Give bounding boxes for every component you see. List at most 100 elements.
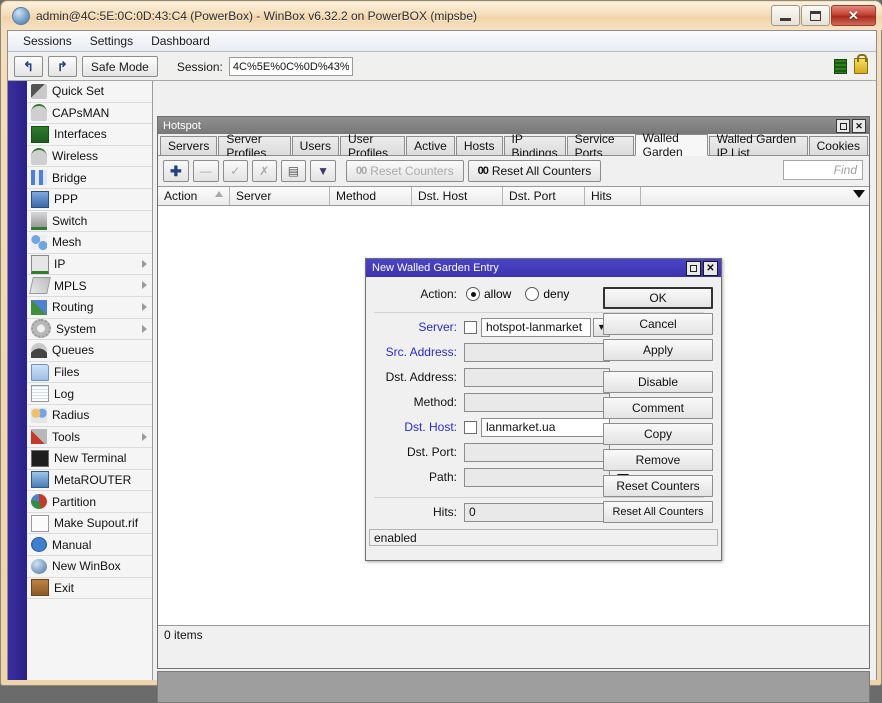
sidebar-item-quick-set[interactable]: Quick Set — [27, 81, 152, 103]
find-input[interactable]: Find — [783, 160, 863, 180]
disable-button[interactable]: ✗ — [252, 160, 277, 182]
hotspot-maximize-button[interactable] — [836, 119, 850, 133]
sidebar-item-new-terminal[interactable]: New Terminal — [27, 448, 152, 470]
sidebar-item-log[interactable]: Log — [27, 383, 152, 405]
disable-button[interactable]: Disable — [603, 371, 713, 393]
sidebar-item-system[interactable]: System — [27, 319, 152, 341]
ppp-icon — [31, 191, 49, 208]
ok-button[interactable]: OK — [603, 287, 713, 309]
column-header-dst-host[interactable]: Dst. Host — [412, 187, 503, 205]
sidebar-item-wireless[interactable]: Wireless — [27, 146, 152, 168]
dst-port-input[interactable] — [464, 443, 610, 462]
sidebar-item-label: Make Supout.rif — [54, 516, 138, 530]
enable-button[interactable]: ✓ — [223, 160, 248, 182]
sidebar-item-mpls[interactable]: MPLS — [27, 275, 152, 297]
sidebar-item-metarouter[interactable]: MetaROUTER — [27, 470, 152, 492]
copy-button[interactable]: Copy — [603, 423, 713, 445]
column-header-server[interactable]: Server — [230, 187, 330, 205]
remove-button[interactable]: Remove — [603, 449, 713, 471]
sidebar-item-switch[interactable]: Switch — [27, 211, 152, 233]
reset-all-counters-button[interactable]: 00 Reset All Counters — [468, 160, 602, 182]
sidebar-item-tools[interactable]: Tools — [27, 427, 152, 449]
sidebar-item-ip[interactable]: IP — [27, 254, 152, 276]
menu-item-settings[interactable]: Settings — [81, 32, 142, 50]
column-header-method[interactable]: Method — [330, 187, 412, 205]
sidebar-item-capsman[interactable]: CAPsMAN — [27, 103, 152, 125]
tab-walled-garden-ip-list[interactable]: Walled Garden IP List — [709, 136, 808, 155]
sidebar-item-partition[interactable]: Partition — [27, 491, 152, 513]
tab-servers[interactable]: Servers — [160, 136, 217, 155]
chevron-right-icon — [142, 433, 147, 441]
sidebar-item-files[interactable]: Files — [27, 362, 152, 384]
column-header-action[interactable]: Action — [158, 187, 230, 205]
column-header-dst-port[interactable]: Dst. Port — [503, 187, 585, 205]
redo-button[interactable]: ↱ — [48, 56, 77, 77]
dst-host-checkbox[interactable] — [464, 421, 477, 434]
tab-service-ports[interactable]: Service Ports — [567, 136, 634, 155]
src-address-input[interactable] — [464, 343, 610, 362]
remove-button[interactable]: — — [193, 160, 219, 182]
column-label: Server — [236, 189, 271, 203]
sidebar-item-label: Interfaces — [54, 127, 107, 141]
menu-item-dashboard[interactable]: Dashboard — [142, 32, 219, 50]
sidebar-item-routing[interactable]: Routing — [27, 297, 152, 319]
reset-all-counters-button[interactable]: Reset All Counters — [603, 501, 713, 523]
safe-mode-button[interactable]: Safe Mode — [82, 56, 158, 77]
dst-address-input[interactable] — [464, 368, 610, 387]
reset-counters-button[interactable]: 00 Reset Counters — [346, 160, 464, 182]
menu-item-sessions[interactable]: Sessions — [14, 32, 81, 50]
reset-counters-button[interactable]: Reset Counters — [603, 475, 713, 497]
column-header-hits[interactable]: Hits — [585, 187, 641, 205]
sidebar-item-radius[interactable]: Radius — [27, 405, 152, 427]
session-input[interactable] — [229, 57, 353, 76]
sidebar-item-make-supout-rif[interactable]: Make Supout.rif — [27, 513, 152, 535]
sidebar-item-interfaces[interactable]: Interfaces — [27, 124, 152, 146]
path-input[interactable] — [464, 468, 610, 487]
dst-host-input[interactable]: lanmarket.ua — [481, 418, 610, 437]
undo-button[interactable]: ↰ — [14, 56, 43, 77]
comment-button[interactable]: ▤ — [281, 160, 306, 182]
action-radio-deny[interactable]: deny — [525, 287, 569, 301]
tab-user-profiles[interactable]: User Profiles — [340, 136, 405, 155]
sidebar-item-manual[interactable]: Manual — [27, 534, 152, 556]
tab-users[interactable]: Users — [292, 136, 339, 155]
tab-server-profiles[interactable]: Server Profiles — [218, 136, 290, 155]
tab-walled-garden[interactable]: Walled Garden — [635, 134, 708, 156]
sort-ascending-icon — [215, 191, 223, 197]
hits-input[interactable]: 0 — [464, 503, 610, 522]
dialog-maximize-button[interactable] — [686, 261, 701, 276]
reset-counters-count: 00 — [356, 165, 366, 177]
apply-button[interactable]: Apply — [603, 339, 713, 361]
maximize-button[interactable] — [801, 5, 830, 26]
server-checkbox[interactable] — [464, 321, 477, 334]
filter-button[interactable]: ▼ — [310, 160, 336, 182]
close-button[interactable]: ✕ — [831, 5, 876, 26]
queues-icon — [31, 343, 47, 358]
sidebar-item-exit[interactable]: Exit — [27, 578, 152, 600]
comment-button[interactable]: Comment — [603, 397, 713, 419]
dialog-close-button[interactable]: ✕ — [703, 261, 718, 276]
add-button[interactable]: ✚ — [163, 160, 189, 182]
hotspot-toolbar: ✚ — ✓ ✗ ▤ ▼ 00 Reset Counters 00 Reset A… — [158, 156, 869, 186]
column-label: Method — [336, 189, 376, 203]
sidebar-item-mesh[interactable]: Mesh — [27, 232, 152, 254]
tab-active[interactable]: Active — [406, 136, 455, 155]
sidebar-item-queues[interactable]: Queues — [27, 340, 152, 362]
sidebar-item-label: Exit — [54, 581, 74, 595]
server-input[interactable]: hotspot-lanmarket — [481, 318, 591, 337]
tab-cookies[interactable]: Cookies — [809, 136, 868, 155]
tab-hosts[interactable]: Hosts — [456, 136, 503, 155]
column-chooser-icon[interactable] — [853, 190, 865, 198]
cancel-button[interactable]: Cancel — [603, 313, 713, 335]
sidebar-item-bridge[interactable]: Bridge — [27, 167, 152, 189]
minimize-button[interactable] — [771, 5, 800, 26]
action-radio-allow[interactable]: allow — [466, 287, 511, 301]
tab-ip-bindings[interactable]: IP Bindings — [504, 136, 566, 155]
method-input[interactable] — [464, 393, 610, 412]
hotspot-close-button[interactable]: ✕ — [852, 119, 866, 133]
method-label: Method: — [366, 395, 464, 409]
chevron-right-icon — [142, 281, 147, 289]
sidebar-item-new-winbox[interactable]: New WinBox — [27, 556, 152, 578]
sidebar-item-ppp[interactable]: PPP — [27, 189, 152, 211]
sidebar-item-label: Radius — [52, 408, 89, 422]
